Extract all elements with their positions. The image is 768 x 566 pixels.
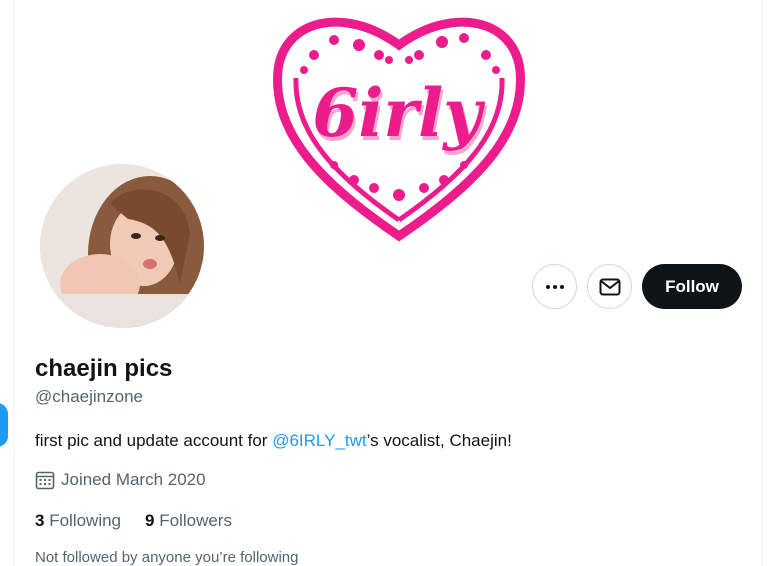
avatar[interactable]	[36, 160, 208, 332]
profile-name: chaejin pics	[35, 355, 173, 382]
bio-mention-link[interactable]: @6IRLY_twt	[272, 431, 366, 450]
follow-counts: 3 Following 9 Followers	[35, 511, 232, 531]
banner-logo-heart: 6irly 6irly	[273, 17, 525, 242]
not-followed-notice: Not followed by anyone you’re following	[35, 549, 299, 566]
more-icon	[545, 284, 564, 289]
profile-handle: @chaejinzone	[35, 387, 143, 406]
followers-link[interactable]: 9 Followers	[145, 511, 232, 531]
calendar-icon	[35, 471, 55, 490]
avatar-photo	[40, 164, 204, 328]
column-divider	[761, 0, 762, 566]
following-link[interactable]: 3 Following	[35, 511, 121, 531]
more-button[interactable]	[532, 264, 577, 309]
following-label: Following	[49, 511, 122, 530]
followers-count: 9	[145, 511, 155, 530]
joined-date: Joined March 2020	[35, 470, 206, 490]
bio-text-prefix: first pic and update account for	[35, 431, 273, 450]
joined-text: Joined March 2020	[61, 470, 206, 489]
sidebar-tweet-button-edge[interactable]	[0, 403, 8, 447]
follow-button[interactable]: Follow	[642, 264, 742, 309]
logo-text: 6irly	[312, 74, 486, 152]
envelope-icon	[599, 278, 620, 295]
bio-text-suffix: ’s vocalist, Chaejin!	[366, 431, 512, 450]
left-gutter	[0, 0, 15, 566]
following-count: 3	[35, 511, 45, 530]
followers-label: Followers	[159, 511, 232, 530]
profile-bio: first pic and update account for @6IRLY_…	[35, 431, 512, 451]
message-button[interactable]	[587, 264, 632, 309]
